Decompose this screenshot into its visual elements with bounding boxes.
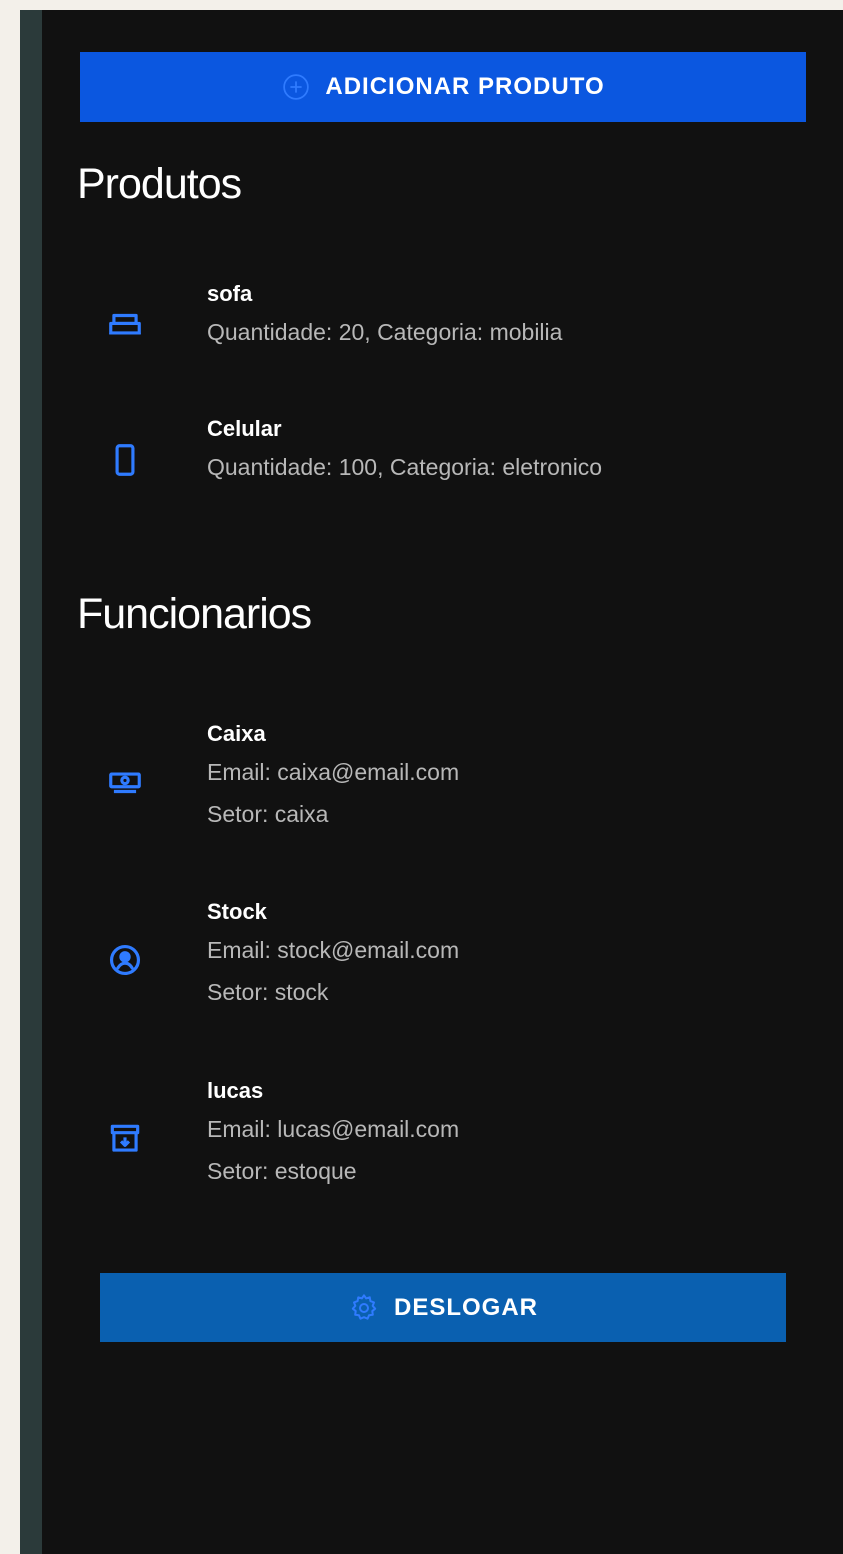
add-product-button[interactable]: ADICIONAR PRODUTO [80,52,806,122]
employee-setor: Setor: stock [207,979,329,1005]
product-name: Celular [207,416,282,441]
employee-setor: Setor: estoque [207,1158,357,1184]
add-product-label: ADICIONAR PRODUTO [325,73,605,100]
employee-setor: Setor: caixa [207,801,329,827]
employee-name: Caixa [207,721,266,746]
archive-box-icon [105,1119,145,1159]
employee-email: Email: stock@email.com [207,937,460,963]
sofa-icon [105,305,145,345]
logout-button[interactable]: DESLOGAR [100,1273,786,1342]
left-rail [20,10,42,1554]
side-panel: ADICIONAR PRODUTO Produtos sofa Quantida… [42,10,843,1554]
employee-email: Email: lucas@email.com [207,1116,460,1142]
logout-label: DESLOGAR [393,1293,538,1321]
employee-name: Stock [207,899,267,924]
add-circle-icon [281,72,311,102]
settings-icon [348,1292,380,1324]
cash-register-icon [105,762,145,802]
employee-email: Email: caixa@email.com [207,759,460,785]
produtos-title: Produtos [77,160,242,208]
account-circle-icon [105,940,145,980]
funcionarios-title: Funcionarios [77,590,312,638]
employee-name: lucas [207,1078,264,1103]
product-details: Quantidade: 20, Categoria: mobilia [207,319,563,345]
smartphone-icon [105,440,145,480]
product-name: sofa [207,281,253,306]
product-details: Quantidade: 100, Categoria: eletronico [207,454,603,480]
